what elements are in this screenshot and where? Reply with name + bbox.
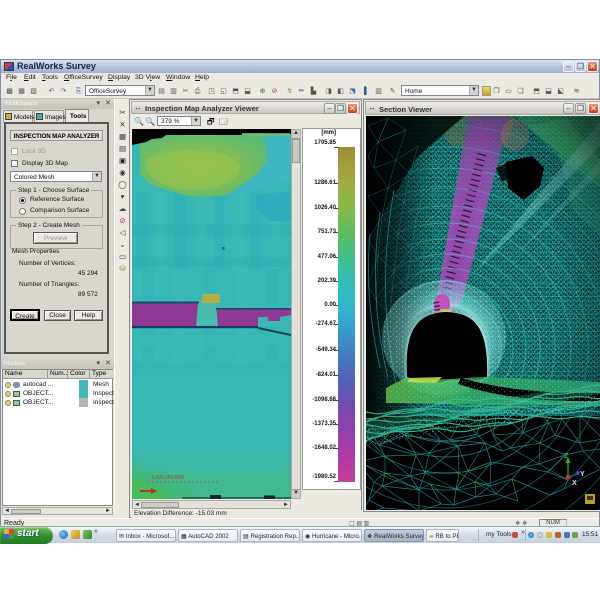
svg-text:Z: Z xyxy=(564,453,569,460)
svg-text:Y: Y xyxy=(580,471,585,478)
svg-text:X: X xyxy=(572,480,577,487)
svg-text:1000.00 mm: 1000.00 mm xyxy=(151,475,184,481)
